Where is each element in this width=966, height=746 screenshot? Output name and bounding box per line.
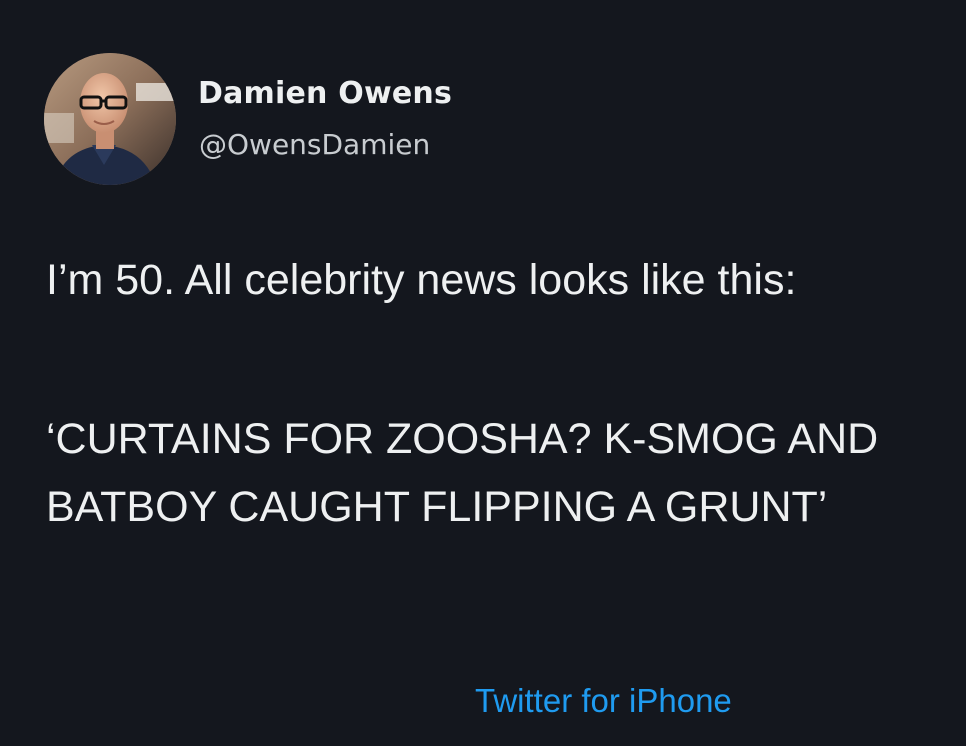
tweet-text-paragraph: ‘CURTAINS FOR ZOOSHA? K-SMOG AND BATBOY … [46, 415, 879, 531]
user-handle[interactable]: @OwensDamien [199, 128, 430, 161]
avatar[interactable] [44, 53, 176, 185]
profile-photo-icon [44, 53, 176, 185]
display-name[interactable]: Damien Owens [198, 76, 452, 111]
tweet-card: Damien Owens @OwensDamien I’m 50. All ce… [0, 0, 966, 746]
tweet-text-paragraph: I’m 50. All celebrity news looks like th… [46, 256, 797, 304]
tweet-source-link[interactable]: Twitter for iPhone [475, 682, 732, 720]
